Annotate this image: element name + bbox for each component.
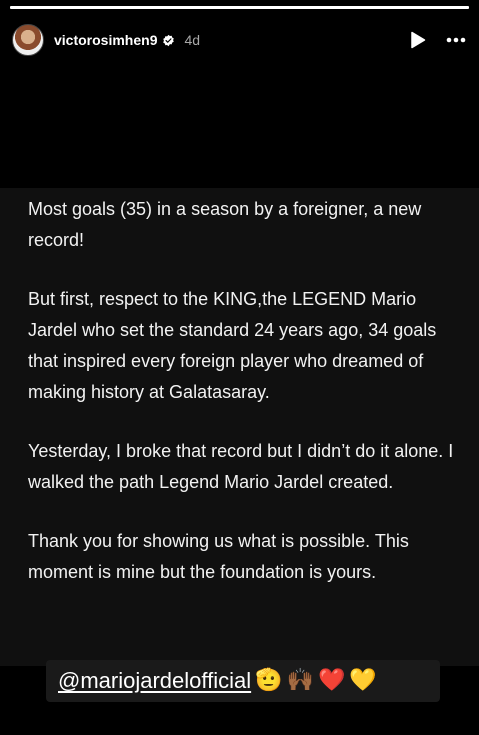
story-header: victorosimhen9 4d bbox=[12, 24, 467, 56]
yellow-heart-emoji-icon: 💛 bbox=[349, 668, 377, 693]
story-text: Most goals (35) in a season by a foreign… bbox=[28, 194, 459, 616]
saluting-face-emoji-icon: 🫡 bbox=[255, 668, 283, 693]
post-time: 4d bbox=[184, 32, 201, 48]
red-heart-emoji-icon: ❤️ bbox=[317, 668, 346, 693]
play-button[interactable] bbox=[407, 29, 429, 51]
raising-hands-emoji-icon: 🙌🏾 bbox=[286, 668, 314, 693]
more-options-button[interactable] bbox=[445, 29, 467, 51]
more-options-icon bbox=[446, 37, 466, 43]
paragraph-thanks: Thank you for showing us what is possibl… bbox=[28, 531, 409, 582]
profile-avatar[interactable] bbox=[12, 24, 44, 56]
story-text-card: Most goals (35) in a season by a foreign… bbox=[0, 188, 479, 666]
username[interactable]: victorosimhen9 bbox=[54, 32, 157, 48]
mention-sticker[interactable]: @mariojardelofficial 🫡 🙌🏾 ❤️ 💛 bbox=[46, 660, 440, 702]
story-progress-bar bbox=[10, 6, 469, 9]
paragraph-record: Most goals (35) in a season by a foreign… bbox=[28, 199, 422, 250]
paragraph-yesterday: Yesterday, I broke that record but I did… bbox=[28, 441, 454, 492]
paragraph-respect: But first, respect to the KING,the LEGEN… bbox=[28, 289, 437, 402]
mention-link[interactable]: @mariojardelofficial bbox=[58, 668, 251, 694]
play-icon bbox=[411, 31, 426, 49]
verified-badge-icon bbox=[163, 34, 175, 46]
story-progress-segment bbox=[10, 6, 469, 9]
